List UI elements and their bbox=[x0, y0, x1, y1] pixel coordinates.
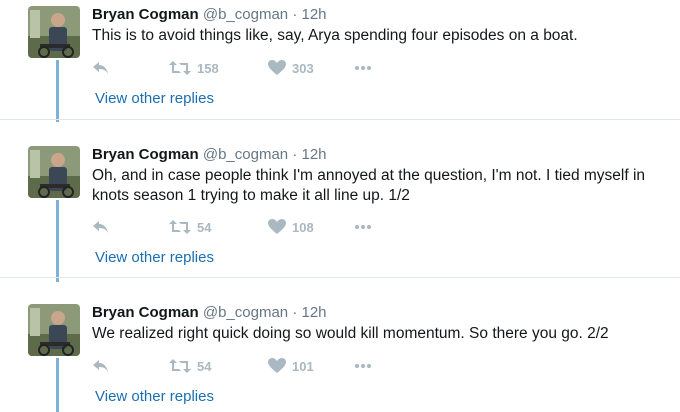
reply-button[interactable] bbox=[92, 58, 110, 78]
tweet[interactable]: Bryan Cogman @b_cogman · 12h This is to … bbox=[0, 6, 680, 116]
heart-icon bbox=[268, 358, 286, 373]
timestamp[interactable]: 12h bbox=[301, 6, 326, 23]
author-name[interactable]: Bryan Cogman bbox=[92, 6, 199, 23]
retweet-count: 54 bbox=[197, 219, 212, 235]
author-name[interactable]: Bryan Cogman bbox=[92, 304, 199, 321]
view-other-replies-link[interactable]: View other replies bbox=[95, 249, 214, 266]
reply-button[interactable] bbox=[92, 217, 110, 237]
retweet-button[interactable]: 54 bbox=[169, 217, 211, 237]
view-other-replies-link[interactable]: View other replies bbox=[95, 388, 214, 405]
reply-icon bbox=[93, 221, 108, 233]
like-count: 108 bbox=[292, 219, 314, 235]
more-button[interactable] bbox=[354, 58, 372, 78]
tweet-separator bbox=[0, 119, 680, 120]
reply-icon bbox=[93, 62, 108, 74]
more-button[interactable] bbox=[354, 217, 372, 237]
more-icon bbox=[355, 225, 371, 229]
author-handle[interactable]: @b_cogman bbox=[203, 304, 288, 321]
like-count: 101 bbox=[292, 358, 314, 374]
tweet-header: Bryan Cogman @b_cogman · 12h bbox=[92, 304, 327, 322]
tweet-text: Oh, and in case people think I'm annoyed… bbox=[92, 167, 646, 204]
separator-dot: · bbox=[292, 6, 298, 23]
timestamp[interactable]: 12h bbox=[301, 304, 326, 321]
avatar[interactable] bbox=[28, 146, 80, 198]
retweet-icon bbox=[169, 61, 191, 75]
retweet-count: 158 bbox=[197, 60, 219, 76]
retweet-button[interactable]: 54 bbox=[169, 356, 211, 376]
reply-icon bbox=[93, 360, 108, 372]
tweet-header: Bryan Cogman @b_cogman · 12h bbox=[92, 6, 327, 24]
more-icon bbox=[355, 364, 371, 368]
avatar[interactable] bbox=[28, 6, 80, 58]
heart-icon bbox=[268, 60, 286, 75]
author-handle[interactable]: @b_cogman bbox=[203, 6, 288, 23]
tweet-header: Bryan Cogman @b_cogman · 12h bbox=[92, 146, 327, 164]
author-handle[interactable]: @b_cogman bbox=[203, 146, 288, 163]
tweet-actions: 54 108 bbox=[92, 217, 392, 237]
separator-dot: · bbox=[292, 304, 298, 321]
tweet[interactable]: Bryan Cogman @b_cogman · 12h Oh, and in … bbox=[0, 146, 680, 274]
tweet-actions: 158 303 bbox=[92, 58, 392, 78]
view-other-replies-link[interactable]: View other replies bbox=[95, 90, 214, 107]
like-button[interactable]: 101 bbox=[268, 356, 314, 376]
retweet-icon bbox=[169, 359, 191, 373]
reply-button[interactable] bbox=[92, 356, 110, 376]
retweet-count: 54 bbox=[197, 358, 212, 374]
timestamp[interactable]: 12h bbox=[301, 146, 326, 163]
avatar[interactable] bbox=[28, 304, 80, 356]
tweet-separator bbox=[0, 277, 680, 278]
tweet-text: This is to avoid things like, say, Arya … bbox=[92, 27, 578, 44]
more-icon bbox=[355, 66, 371, 70]
like-button[interactable]: 108 bbox=[268, 217, 314, 237]
tweet-text: We realized right quick doing so would k… bbox=[92, 325, 609, 342]
like-button[interactable]: 303 bbox=[268, 58, 314, 78]
tweet-actions: 54 101 bbox=[92, 356, 392, 376]
tweet[interactable]: Bryan Cogman @b_cogman · 12h We realized… bbox=[0, 304, 680, 412]
more-button[interactable] bbox=[354, 356, 372, 376]
heart-icon bbox=[268, 219, 286, 234]
retweet-button[interactable]: 158 bbox=[169, 58, 219, 78]
like-count: 303 bbox=[292, 60, 314, 76]
separator-dot: · bbox=[292, 146, 298, 163]
author-name[interactable]: Bryan Cogman bbox=[92, 146, 199, 163]
retweet-icon bbox=[169, 220, 191, 234]
